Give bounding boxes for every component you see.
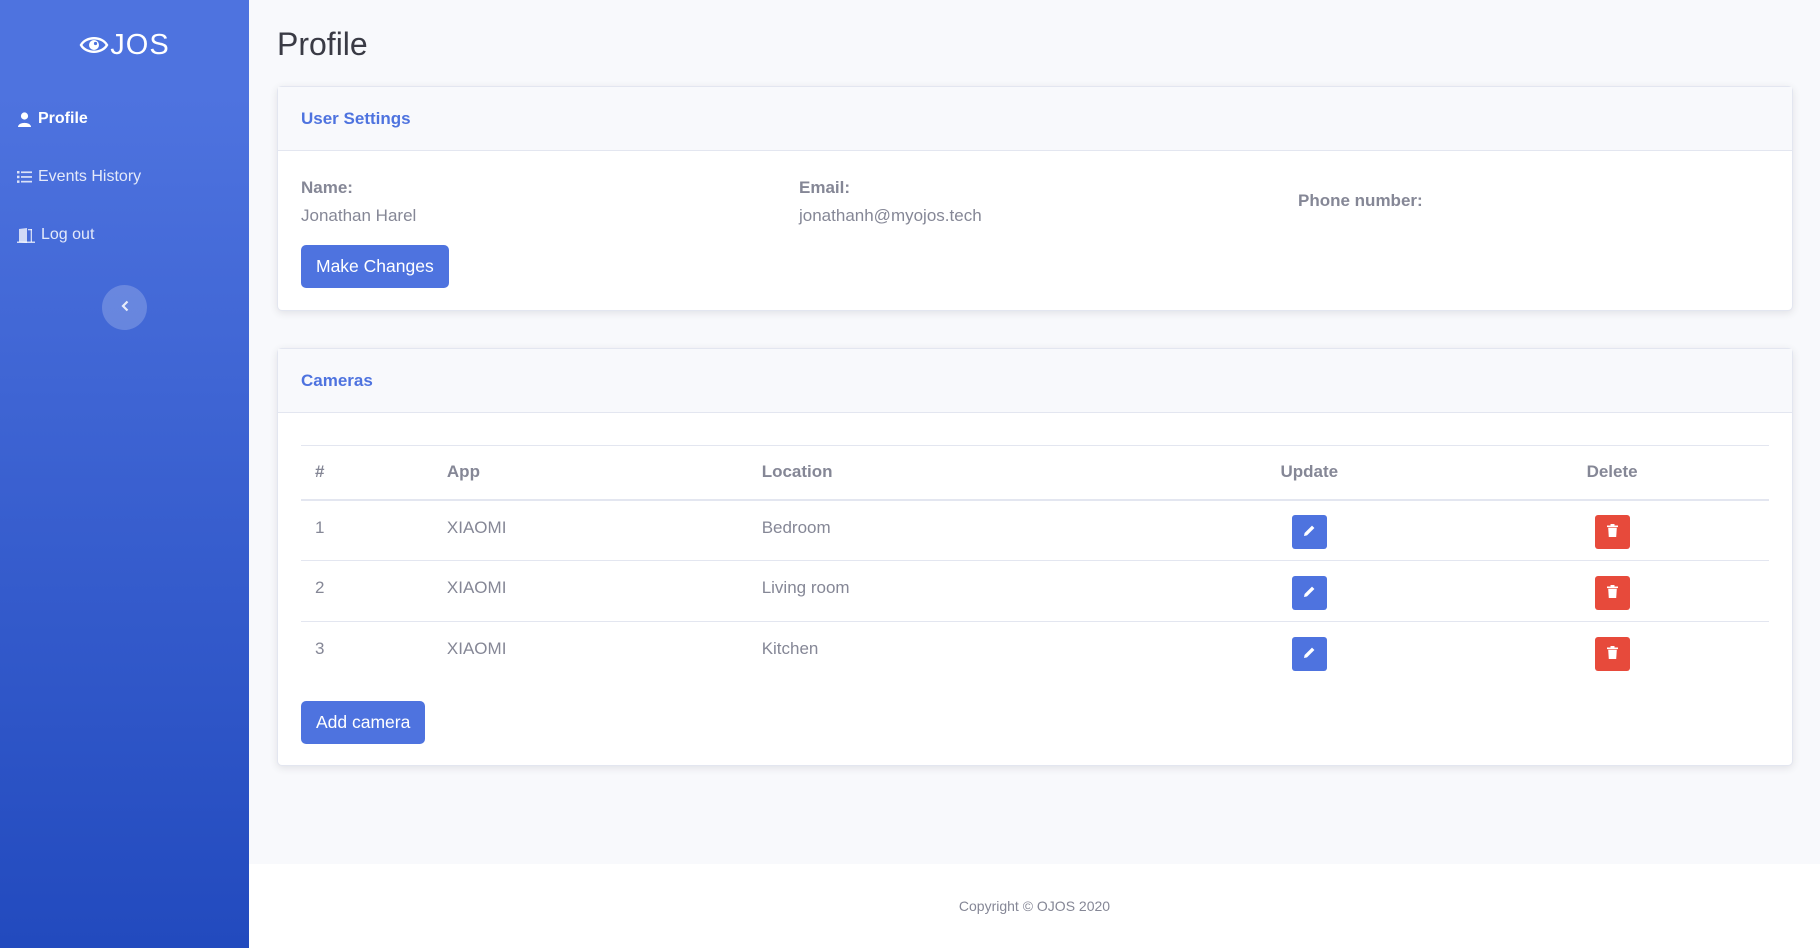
cell-update (1163, 500, 1455, 561)
cameras-body: # App Location Update Delete 1 XIAOMI Be… (278, 413, 1792, 744)
delete-camera-button[interactable] (1594, 636, 1630, 671)
user-icon (16, 111, 32, 127)
table-row: 2 XIAOMI Living room (301, 561, 1769, 622)
delete-camera-button[interactable] (1594, 514, 1630, 549)
cell-update (1163, 561, 1455, 622)
column-header-app: App (446, 462, 480, 482)
user-settings-header: User Settings (278, 87, 1792, 151)
name-field: Name: Jonathan Harel (301, 178, 416, 228)
cell-delete (1455, 622, 1769, 683)
trash-icon (1606, 645, 1618, 662)
brand-logo[interactable]: JOS (0, 0, 249, 90)
copyright-text: Copyright © OJOS 2020 (958, 898, 1111, 914)
table-row: 1 XIAOMI Bedroom (301, 500, 1769, 561)
email-field: Email: jonathanh@myojos.tech (799, 178, 982, 228)
make-changes-button[interactable]: Make Changes (301, 245, 449, 288)
app-root: JOS Profile Events History Log out Profi… (0, 0, 1820, 948)
sidebar-nav: Profile Events History Log out (0, 90, 249, 264)
email-label: Email: (799, 178, 851, 197)
list-icon (16, 169, 32, 185)
cell-location: Kitchen (761, 639, 819, 658)
cell-update (1163, 622, 1455, 683)
cameras-header: Cameras (278, 349, 1792, 413)
cell-number: 1 (315, 517, 325, 537)
pencil-icon (1303, 585, 1316, 601)
chevron-left-icon (120, 299, 130, 317)
cell-delete (1455, 500, 1769, 561)
sidebar-item-log-out[interactable]: Log out (0, 206, 249, 264)
phone-value (1298, 219, 1423, 241)
footer: Copyright © OJOS 2020 (249, 864, 1820, 948)
cell-app: XIAOMI (446, 639, 507, 658)
user-settings-card: User Settings Name: Jonathan Harel Email… (277, 86, 1793, 311)
cell-location: Living room (761, 578, 850, 597)
table-row: 3 XIAOMI Kitchen (301, 622, 1769, 683)
page-title: Profile (277, 26, 368, 62)
phone-label: Phone number: (1298, 191, 1423, 210)
cameras-card: Cameras # App Location Update Delete 1 X… (277, 348, 1793, 766)
cell-app: XIAOMI (446, 517, 507, 537)
pencil-icon (1303, 524, 1316, 540)
user-settings-body: Name: Jonathan Harel Email: jonathanh@my… (278, 151, 1792, 311)
sidebar-item-events-history[interactable]: Events History (0, 148, 249, 206)
trash-icon (1606, 523, 1618, 540)
sidebar-toggle-button[interactable] (102, 285, 147, 330)
sidebar-item-label: Profile (38, 110, 88, 127)
cell-number: 3 (315, 639, 325, 658)
sidebar-item-label: Log out (41, 226, 95, 243)
cell-location: Bedroom (761, 517, 831, 537)
update-camera-button[interactable] (1291, 636, 1327, 671)
sidebar-item-profile[interactable]: Profile (0, 90, 249, 148)
sidebar: JOS Profile Events History Log out (0, 0, 249, 948)
trash-icon (1606, 584, 1618, 601)
door-icon (16, 227, 35, 243)
table-header-row: # App Location Update Delete (301, 445, 1769, 500)
eye-icon (79, 34, 109, 56)
update-camera-button[interactable] (1291, 575, 1327, 610)
name-label: Name: (301, 178, 353, 197)
phone-field: Phone number: (1298, 191, 1423, 241)
add-camera-button[interactable]: Add camera (301, 700, 426, 744)
cell-number: 2 (315, 578, 325, 597)
cell-delete (1455, 561, 1769, 622)
column-header-delete: Delete (1586, 462, 1638, 482)
content-wrapper: Profile User Settings Name: Jonathan Har… (249, 0, 1820, 948)
column-header-location: Location (761, 462, 833, 482)
delete-camera-button[interactable] (1594, 575, 1630, 610)
sidebar-item-label: Events History (38, 168, 142, 185)
column-header-update: Update (1280, 462, 1339, 482)
cell-app: XIAOMI (446, 578, 507, 597)
cameras-table: # App Location Update Delete 1 XIAOMI Be… (301, 445, 1769, 683)
email-value: jonathanh@myojos.tech (799, 206, 982, 225)
column-header-number: # (315, 462, 325, 482)
main-content: Profile User Settings Name: Jonathan Har… (249, 0, 1820, 864)
brand-text: JOS (110, 28, 170, 61)
pencil-icon (1303, 646, 1316, 662)
update-camera-button[interactable] (1291, 514, 1327, 549)
name-value: Jonathan Harel (301, 206, 417, 225)
